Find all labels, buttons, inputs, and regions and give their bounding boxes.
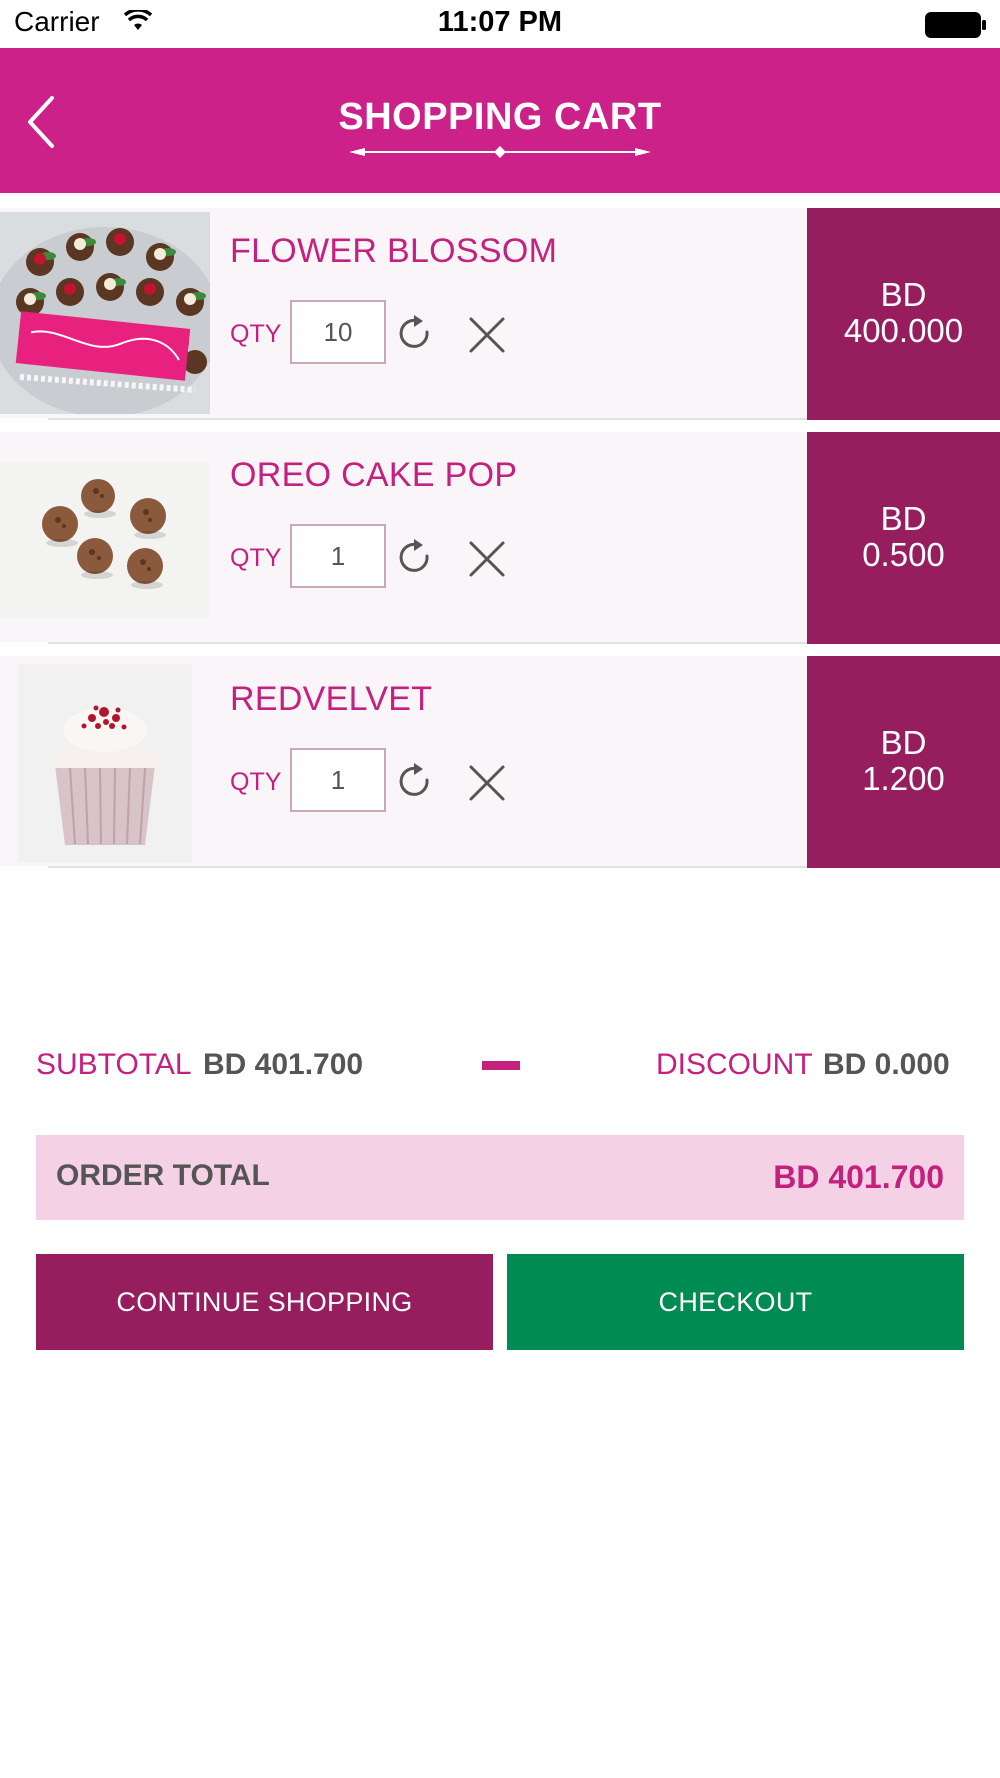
status-time: 11:07 PM [437,6,563,38]
refresh-icon[interactable] [396,536,436,580]
item-divider [48,418,807,420]
subtotal-value: BD 401.700 [203,1048,364,1081]
cart-item: OREO CAKE POP QTY BD 0.500 [0,432,1000,644]
status-bar: Carrier 11:07 PM [0,0,1000,48]
nav-header: SHOPPING CART [0,48,1000,193]
refresh-icon[interactable] [396,312,436,356]
order-total-label: ORDER TOTAL [56,1159,270,1192]
refresh-icon[interactable] [396,760,436,804]
product-name: OREO CAKE POP [230,456,518,494]
totals-row: SUBTOTAL BD 401.700 DISCOUNT BD 0.000 [0,1040,1000,1090]
discount-label: DISCOUNT [656,1048,813,1081]
order-total-value: BD 401.700 [773,1159,944,1195]
title-ornament-divider [349,146,651,158]
quantity-input[interactable] [290,524,386,588]
cart-item: FLOWER BLOSSOM QTY BD 400.000 [0,208,1000,420]
product-image-oreo-cake-pop [0,436,210,638]
checkout-button[interactable]: CHECKOUT [507,1254,964,1350]
continue-shopping-button[interactable]: CONTINUE SHOPPING [36,1254,493,1350]
price-block: BD 0.500 [807,432,1000,644]
price-amount: 1.200 [862,760,945,797]
price-amount: 0.500 [862,536,945,573]
order-total-bar: ORDER TOTAL BD 401.700 [36,1135,964,1220]
cart-item: REDVELVET QTY BD 1.200 [0,656,1000,868]
product-image-flower-blossom [0,212,210,414]
battery-icon [925,12,986,38]
price-currency: BD [880,724,927,761]
page-title: SHOPPING CART [338,96,662,138]
subtotal-label: SUBTOTAL [36,1048,192,1081]
remove-x-icon[interactable] [468,764,506,802]
item-divider [48,642,807,644]
product-image-redvelvet [0,660,210,862]
price-block: BD 1.200 [807,656,1000,868]
price-block: BD 400.000 [807,208,1000,420]
qty-label: QTY [230,768,282,796]
minus-separator [482,1061,520,1070]
remove-x-icon[interactable] [468,540,506,578]
price-amount: 400.000 [843,312,964,349]
quantity-input[interactable] [290,300,386,364]
remove-x-icon[interactable] [468,316,506,354]
qty-label: QTY [230,320,282,348]
price-currency: BD [880,500,927,537]
product-name: FLOWER BLOSSOM [230,232,558,270]
price-currency: BD [880,276,927,313]
item-divider [48,866,807,868]
qty-label: QTY [230,544,282,572]
discount-value: BD 0.000 [823,1048,950,1081]
quantity-input[interactable] [290,748,386,812]
product-name: REDVELVET [230,680,433,718]
